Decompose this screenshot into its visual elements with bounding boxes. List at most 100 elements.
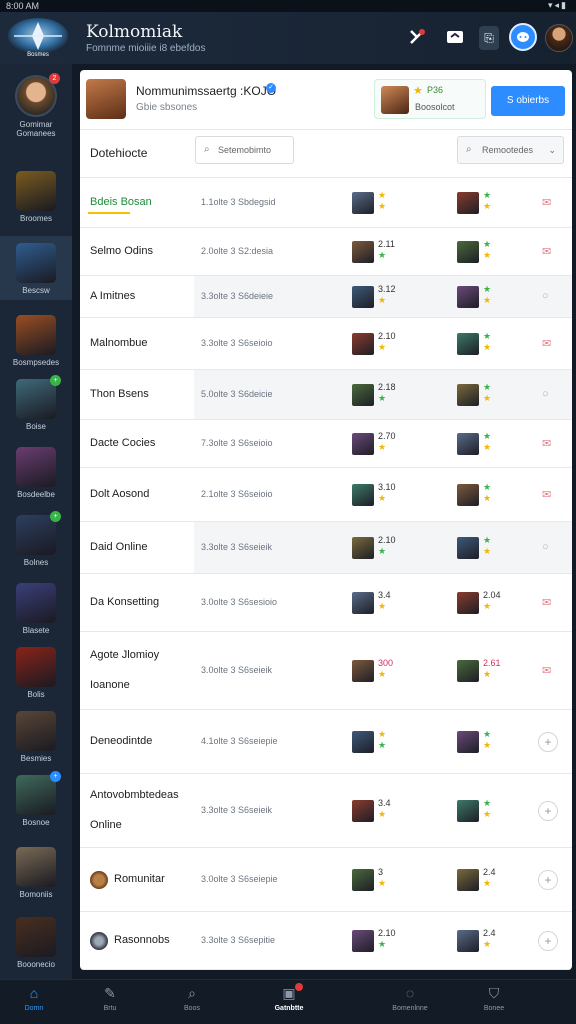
sidebar-item-thumbnail: 2 [15,73,60,117]
sidebar-item[interactable]: Bomoniis [0,840,72,908]
mail-icon[interactable]: ✉ [542,196,551,209]
sidebar-item[interactable]: Blasete [0,576,72,638]
star-icon: ★ [378,250,387,260]
list-item[interactable]: Rasonnobs 3.3olte 3 S6sepitie 2.10 ★ 2.4 ★ + [80,912,572,970]
rank-score: P36 [427,85,444,95]
row-name-underline [88,212,130,214]
tab-item[interactable]: ✎ Brtu [78,984,142,1012]
sidebar-item-badge: 2 [49,73,60,84]
player-portrait [352,800,374,822]
message-icon[interactable] [442,24,468,50]
player-score: 300 [378,658,394,668]
document-icon[interactable]: ⎘ [479,26,499,50]
circle-icon[interactable]: ○ [542,541,549,553]
search-input[interactable]: ⌕ Setemobimto [195,136,294,164]
sidebar-item[interactable]: + Bosnoe [0,768,72,838]
sidebar-item-thumbnail [16,583,56,623]
profile-avatar[interactable] [545,24,573,52]
sort-dropdown[interactable]: ⌕ Remootedes ⌄ [457,136,564,164]
list-item[interactable]: Dolt Aosond 2.1olte 3 S6seioio 3.10 ★ ★ ★ ✉ [80,468,572,522]
tab-item[interactable]: ▣ Gatnbtte [257,983,321,1012]
sidebar-item[interactable]: Bosdeelbe [0,440,72,506]
row-name: Bdeis Bosan [90,196,152,208]
opponent-portrait [457,592,479,614]
star-icon: ★ [483,546,492,556]
add-icon[interactable]: + [538,931,558,951]
list-item[interactable]: Dacte Cocies 7.3olte 3 S6seioio 2.70 ★ ★ ★ ✉ [80,420,572,468]
row-detail: 5.0olte 3 S6deicie [201,389,273,399]
sidebar-item[interactable]: Besmies [0,704,72,766]
circle-icon[interactable]: ○ [542,388,549,400]
opponent-stat: ★ ★ [483,535,491,557]
list-item[interactable]: Daid Online 3.3olte 3 S6seieik 2.10 ★ ★ ★ ○ [80,522,572,574]
list-item[interactable]: Da Konsetting 3.0olte 3 S6sesioio 3.4 ★ 2.04… [80,574,572,632]
list-item[interactable]: Deneodintde 4.1olte 3 S6seiepie ★ ★ ★ ★ + [80,710,572,774]
mail-icon[interactable]: ✉ [542,596,551,609]
list-item[interactable]: A Imitnes 3.3olte 3 S6deieie 3.12 ★ ★ ★ ○ [80,276,572,318]
sidebar-item[interactable]: 2 Gomimar Gomanees [0,68,72,164]
row-name: Daid Online [90,541,148,553]
player-stat: 2.10 ★ [378,928,396,950]
profile-card-avatar [86,79,126,119]
mail-icon[interactable]: ✉ [542,245,551,258]
add-icon[interactable]: + [538,732,558,752]
star-icon: ★ [483,740,492,750]
tab-item[interactable]: ⌕ Boos [160,984,224,1012]
row-name: Antovobmbtedeas [90,789,179,801]
sidebar-item[interactable]: Bosmpsedes [0,308,72,372]
opponent-portrait [457,869,479,891]
tab-item[interactable]: ⌂ Domn [2,984,66,1012]
list-item[interactable]: Bdeis Bosan 1.1olte 3 Sbdegsid ★ ★ ★ ★ ✉ [80,178,572,228]
opponent-portrait [457,484,479,506]
sidebar-item-label: Bolis [27,690,45,699]
primary-action-button[interactable]: S obierbs [491,86,565,116]
sidebar-item[interactable]: Bolis [0,640,72,702]
chat-bubble-icon[interactable] [509,23,537,51]
row-name-secondary: Ioanone [90,679,130,691]
player-stat: 300 ★ [378,658,393,680]
opponent-stat: ★ ★ [483,284,491,306]
list-item[interactable]: Antovobmbtedeas Online 3.3olte 3 S6seieik 3… [80,774,572,848]
list-item[interactable]: Malnombue 3.3olte 3 S6seioio 2.10 ★ ★ ★ ✉ [80,318,572,370]
list-item[interactable]: Selmo Odins 2.0olte 3 S2:desia 2.11 ★ ★ ★ ✉ [80,228,572,276]
player-portrait [352,192,374,214]
rank-label: Boosolcot [415,102,455,112]
player-score: 2.18 [378,382,396,392]
opponent-stat: ★ ★ [483,431,491,453]
opponent-portrait [457,333,479,355]
sidebar-item-thumbnail: + [16,771,61,815]
sidebar-item-label: Bosnoe [22,818,50,827]
mail-icon[interactable]: ✉ [542,437,551,450]
list-item[interactable]: Thon Bsens 5.0olte 3 S6deicie 2.18 ★ ★ ★ ○ [80,370,572,420]
puzzle-icon[interactable] [404,24,430,50]
player-stat: ★ ★ [378,190,386,212]
sidebar-item[interactable]: Booonecio [0,910,72,978]
add-icon[interactable]: + [538,870,558,890]
sort-label: Remootedes [482,145,534,155]
search-icon: ⌕ [204,144,210,155]
list-item[interactable]: Romunitar 3.0olte 3 S6seiepie 3 ★ 2.4 ★ + [80,848,572,912]
rank-card[interactable]: ★ P36 Boosolcot [374,79,486,119]
sidebar-item[interactable]: + Boise [0,372,72,438]
opponent-stat: ★ ★ [483,729,491,751]
row-name: Deneodintde [90,735,153,747]
add-icon[interactable]: + [538,801,558,821]
circle-icon[interactable]: ○ [542,290,549,302]
tab-item[interactable]: ⛉ Bonee [462,984,526,1012]
mail-icon[interactable]: ✉ [542,337,551,350]
player-portrait [352,537,374,559]
chevron-down-icon: ⌄ [548,145,556,155]
mail-icon[interactable]: ✉ [542,488,551,501]
sidebar-item[interactable]: + Bolnes [0,508,72,574]
tab-item[interactable]: ◌ Bomenlnne [378,984,442,1012]
list-item[interactable]: Agote Jlomioy Ioanone 3.0olte 3 S6seieik 30… [80,632,572,710]
sidebar-item-label: Bosdeelbe [17,490,55,499]
row-name: Da Konsetting [90,596,160,608]
player-portrait [352,241,374,263]
opponent-portrait [457,384,479,406]
star-icon: ★ [483,878,492,888]
sidebar-item-thumbnail [16,447,56,487]
sidebar-item[interactable]: Bescsw [0,236,72,300]
sidebar-item[interactable]: Broomes [0,164,72,234]
mail-icon[interactable]: ✉ [542,664,551,677]
